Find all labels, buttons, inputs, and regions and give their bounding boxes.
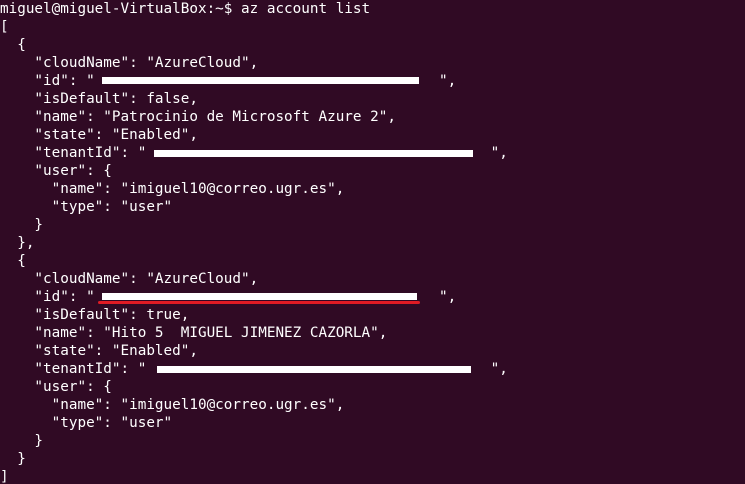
redacted-tenant-id-2 — [157, 366, 471, 373]
output-line: "name": "Hito 5 MIGUEL JIMENEZ CAZORLA", — [0, 325, 388, 341]
output-line: { — [0, 37, 26, 53]
output-line: "type": "user" — [0, 415, 173, 431]
output-line: }, — [0, 235, 35, 251]
redacted-tenant-id-1 — [154, 150, 473, 157]
output-line: } — [0, 451, 26, 467]
output-line: "user": { — [0, 379, 112, 395]
output-line: } — [0, 433, 44, 449]
redacted-id-2 — [102, 293, 417, 300]
highlight-underline — [98, 301, 420, 304]
terminal-window[interactable]: miguel@miguel-VirtualBox:~$ az account l… — [0, 0, 745, 484]
output-line: "name": "imiguel10@correo.ugr.es", — [0, 397, 345, 413]
output-line: } — [0, 217, 44, 233]
output-line: [ — [0, 19, 9, 35]
output-line: "cloudName": "AzureCloud", — [0, 271, 259, 287]
redacted-id-1 — [102, 77, 419, 84]
output-line: "type": "user" — [0, 199, 173, 215]
output-line: { — [0, 253, 26, 269]
output-line: "isDefault": true, — [0, 307, 190, 323]
output-line: "isDefault": false, — [0, 91, 198, 107]
output-line: "name": "imiguel10@correo.ugr.es", — [0, 181, 345, 197]
output-line: "cloudName": "AzureCloud", — [0, 55, 259, 71]
output-line: ] — [0, 469, 9, 484]
command-prompt: miguel@miguel-VirtualBox:~$ az account l… — [0, 1, 371, 17]
output-line: "name": "Patrocinio de Microsoft Azure 2… — [0, 109, 396, 125]
output-line: "state": "Enabled", — [0, 127, 198, 143]
output-line: "user": { — [0, 163, 112, 179]
output-line: "state": "Enabled", — [0, 343, 198, 359]
